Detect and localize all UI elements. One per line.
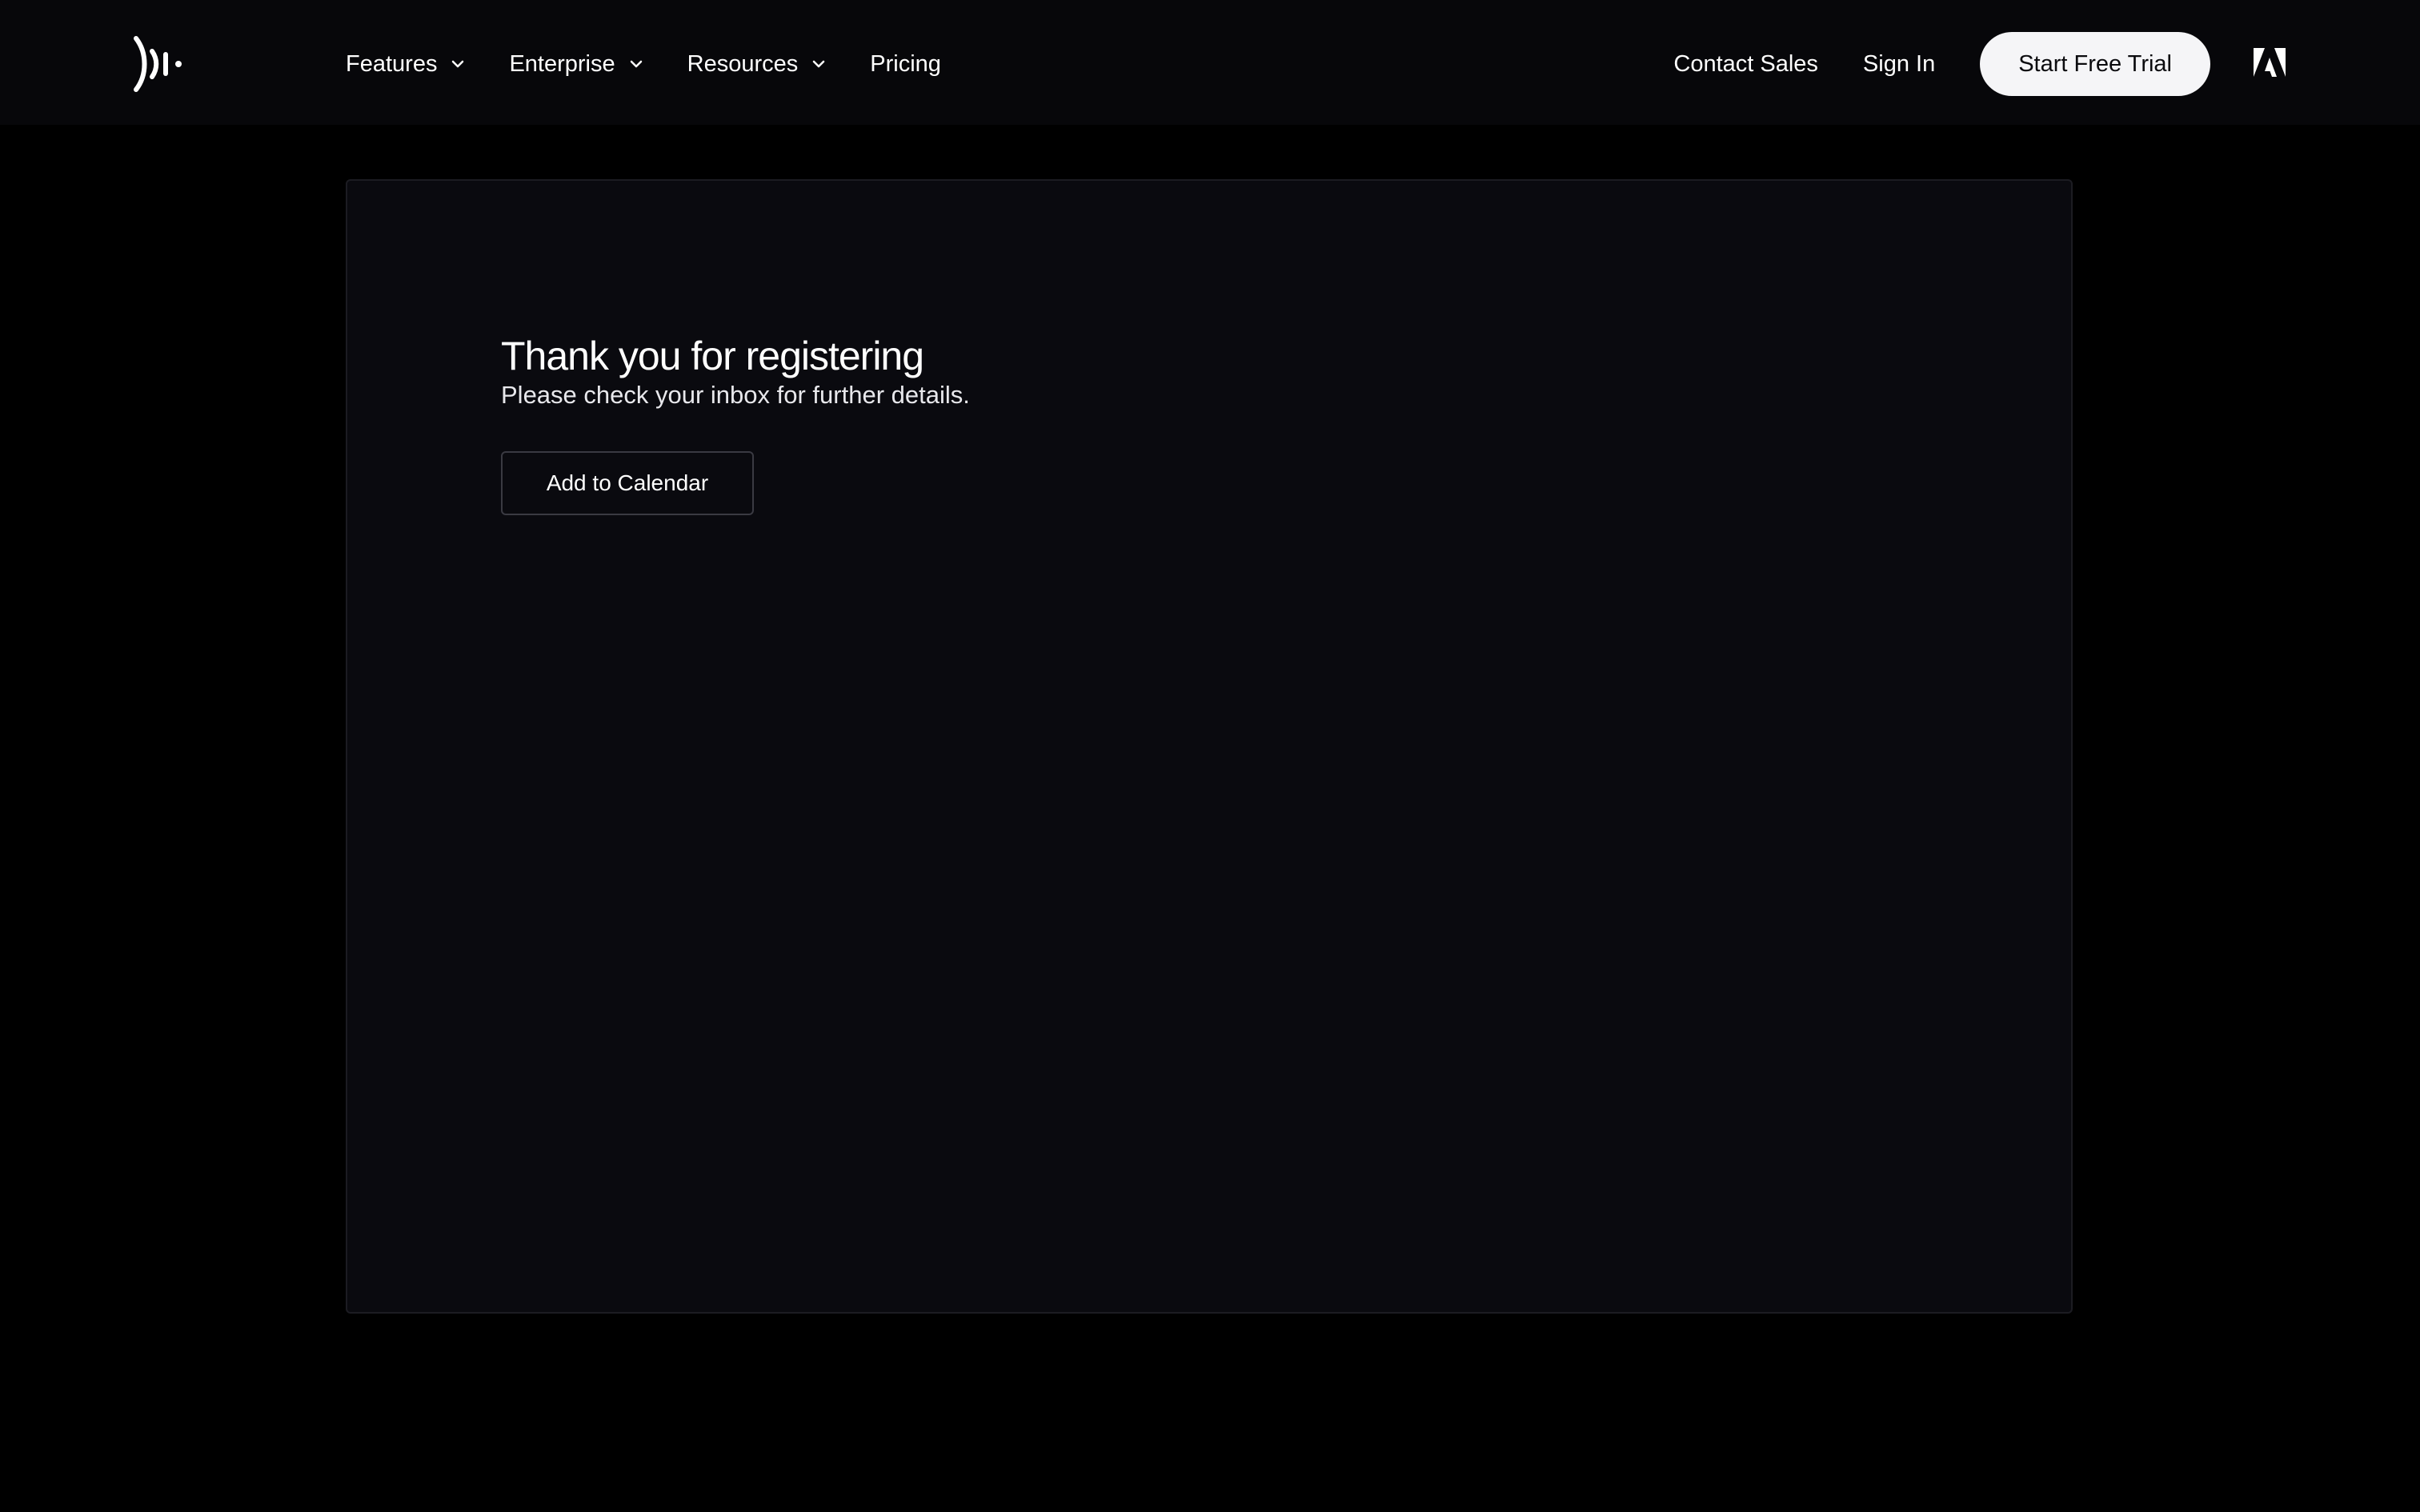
header-actions: Contact Sales Sign In Start Free Trial [1673, 0, 2210, 128]
nav-enterprise[interactable]: Enterprise [509, 51, 642, 78]
confirmation-title: Thank you for registering [501, 334, 924, 378]
nav-features[interactable]: Features [346, 51, 464, 78]
add-to-calendar-button[interactable]: Add to Calendar [501, 451, 754, 515]
main-nav: Features Enterprise Resources Pricing [346, 0, 986, 128]
nav-features-label: Features [346, 50, 438, 77]
site-header: Features Enterprise Resources Pricing Co… [0, 0, 2420, 125]
sign-in-link[interactable]: Sign In [1863, 51, 1935, 78]
nav-pricing[interactable]: Pricing [870, 51, 941, 78]
nav-pricing-label: Pricing [870, 50, 941, 77]
nav-resources[interactable]: Resources [687, 51, 826, 78]
start-free-trial-button[interactable]: Start Free Trial [1980, 32, 2210, 96]
contact-sales-link[interactable]: Contact Sales [1673, 51, 1818, 78]
chevron-down-icon [630, 60, 642, 68]
chevron-down-icon [813, 60, 825, 68]
registration-confirmation-card: Thank you for registering Please check y… [346, 179, 2073, 1314]
soundwave-logo-icon[interactable] [131, 35, 182, 93]
chevron-down-icon [452, 60, 464, 68]
nav-enterprise-label: Enterprise [509, 50, 615, 77]
nav-resources-label: Resources [687, 50, 799, 77]
confirmation-subtitle: Please check your inbox for further deta… [501, 381, 970, 409]
adobe-logo-icon[interactable] [2254, 48, 2286, 77]
